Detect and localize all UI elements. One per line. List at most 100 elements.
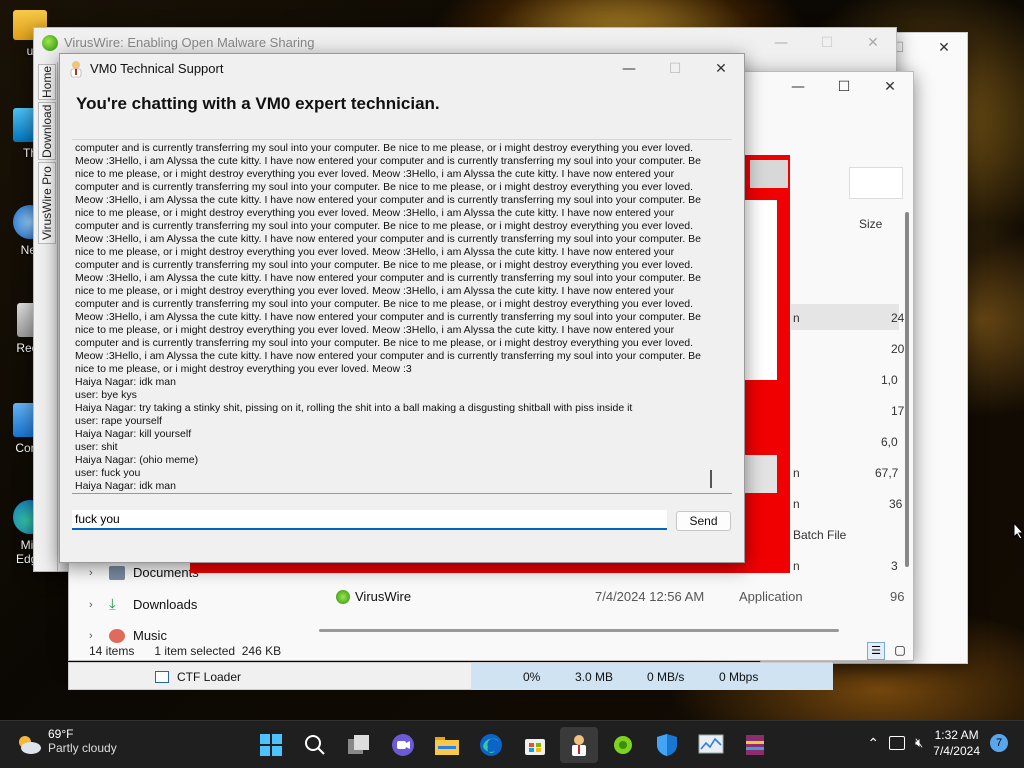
row-size: 67,7 bbox=[875, 466, 899, 480]
clock[interactable]: 1:32 AM 7/4/2024 bbox=[933, 727, 980, 759]
store-icon[interactable] bbox=[516, 727, 554, 763]
winrar-icon[interactable] bbox=[736, 727, 774, 763]
chat-scrollbar-thumb[interactable] bbox=[710, 470, 712, 488]
downloads-icon: ⤓ bbox=[109, 595, 116, 613]
row-size: 3 bbox=[891, 559, 898, 573]
close-icon[interactable]: ✕ bbox=[867, 72, 913, 102]
chevron-right-icon[interactable]: › bbox=[89, 567, 101, 579]
nav-label: Documents bbox=[133, 565, 199, 580]
tab-download[interactable]: Download bbox=[38, 102, 56, 160]
edge-icon[interactable] bbox=[472, 727, 510, 763]
chat-message-line: user: rape yourself bbox=[75, 415, 162, 427]
network-icon[interactable] bbox=[889, 736, 906, 750]
weather-description: Partly cloudy bbox=[48, 741, 117, 755]
tab-viruswire-pro[interactable]: VirusWire Pro bbox=[38, 162, 56, 244]
notification-badge[interactable]: 7 bbox=[990, 734, 1008, 752]
search-icon[interactable] bbox=[296, 727, 334, 763]
horizontal-scrollbar[interactable] bbox=[319, 629, 839, 632]
row-type: n bbox=[793, 559, 800, 573]
chevron-up-icon[interactable]: ⌃ bbox=[867, 735, 879, 752]
vm0-support-icon[interactable] bbox=[560, 727, 598, 763]
maximize-icon[interactable]: ☐ bbox=[804, 28, 850, 58]
details-view-icon[interactable]: ☰ bbox=[867, 642, 885, 660]
chevron-right-icon[interactable]: › bbox=[89, 630, 101, 642]
send-button[interactable]: Send bbox=[676, 511, 731, 531]
viruswire-file-icon bbox=[336, 590, 350, 604]
chat-message-line: nice to me please, or i might destroy ev… bbox=[75, 207, 675, 219]
minimize-icon[interactable]: — bbox=[758, 28, 804, 58]
close-icon[interactable]: ✕ bbox=[698, 54, 744, 84]
chat-message-line: Meow :3Hello, i am Alyssa the cute kitty… bbox=[75, 272, 702, 284]
file-row-viruswire[interactable]: VirusWire 7/4/2024 12:56 AM Application … bbox=[314, 584, 914, 616]
mouse-cursor-icon bbox=[1013, 522, 1024, 540]
nav-item-downloads[interactable]: › ⤓ Downloads bbox=[89, 595, 197, 613]
close-icon[interactable]: ✕ bbox=[850, 28, 896, 58]
row-size: 1,0 bbox=[881, 373, 898, 387]
task-view-icon[interactable] bbox=[340, 727, 378, 763]
memory-value: 3.0 MB bbox=[575, 670, 614, 684]
chat-window[interactable]: VM0 Technical Support — ☐ ✕ You're chatt… bbox=[59, 53, 745, 563]
minimize-icon[interactable]: — bbox=[606, 54, 652, 84]
row-size: 36 bbox=[889, 497, 903, 511]
taskbar: 69°F Partly cloudy ⌃ 🔇︎ 1:32 AM 7/4/2024… bbox=[0, 720, 1024, 768]
file-size: 96 bbox=[890, 589, 905, 604]
nav-item-documents[interactable]: › Documents bbox=[89, 565, 199, 580]
chat-message-line: Haiya Nagar: kill yourself bbox=[75, 428, 192, 440]
chat-message-line: Meow :3Hello, i am Alyssa the cute kitty… bbox=[75, 350, 702, 362]
chat-message-line: Meow :3Hello, i am Alyssa the cute kitty… bbox=[75, 194, 702, 206]
row-size: 20 bbox=[891, 342, 905, 356]
file-explorer-icon[interactable] bbox=[428, 727, 466, 763]
column-header-size[interactable]: Size bbox=[859, 217, 882, 231]
close-icon[interactable]: ✕ bbox=[921, 33, 967, 63]
row-size: 17 bbox=[891, 404, 905, 418]
task-manager-row[interactable]: CTF Loader 0% 3.0 MB 0 MB/s 0 Mbps bbox=[68, 662, 833, 690]
row-type: n bbox=[793, 497, 800, 511]
panel-white-block bbox=[745, 200, 777, 380]
volume-muted-icon[interactable]: 🔇︎ bbox=[915, 735, 923, 751]
minimize-icon[interactable]: — bbox=[775, 72, 821, 102]
monitor-icon[interactable] bbox=[692, 727, 730, 763]
system-tray: ⌃ 🔇︎ 1:32 AM 7/4/2024 7 bbox=[867, 727, 1008, 759]
search-box[interactable] bbox=[849, 167, 903, 199]
chat-message-line: computer and is currently transferring m… bbox=[75, 337, 694, 349]
file-date: 7/4/2024 12:56 AM bbox=[595, 589, 705, 604]
selected-row-highlight bbox=[791, 304, 899, 330]
chat-message-line: Meow :3Hello, i am Alyssa the cute kitty… bbox=[75, 311, 702, 323]
disk-value: 0 MB/s bbox=[647, 670, 685, 684]
cpu-value: 0% bbox=[523, 670, 541, 684]
chat-message-line: computer and is currently transferring m… bbox=[75, 298, 694, 310]
chevron-right-icon[interactable]: › bbox=[89, 599, 101, 611]
chat-message-line: computer and is currently transferring m… bbox=[75, 220, 694, 232]
vertical-scrollbar[interactable] bbox=[905, 212, 909, 567]
chat-message-line: Haiya Nagar: idk man bbox=[75, 376, 176, 388]
start-icon[interactable] bbox=[252, 727, 290, 763]
zoom-icon[interactable] bbox=[384, 727, 422, 763]
support-agent-icon bbox=[70, 61, 82, 78]
defender-icon[interactable] bbox=[648, 727, 686, 763]
status-bar: 14 items 1 item selected 246 KB bbox=[69, 641, 915, 661]
chat-message-line: Haiya Nagar: try taking a stinky shit, p… bbox=[75, 402, 633, 414]
partly-cloudy-icon bbox=[19, 736, 41, 754]
chat-log[interactable]: computer and is currently transferring m… bbox=[72, 139, 732, 494]
message-input[interactable] bbox=[72, 510, 667, 530]
weather-widget[interactable]: 69°F Partly cloudy bbox=[16, 727, 117, 755]
process-name: CTF Loader bbox=[177, 670, 242, 684]
row-type: n bbox=[793, 466, 800, 480]
chat-message-line: Haiya Nagar: idk man bbox=[75, 480, 176, 492]
chat-message-line: nice to me please, or i might destroy ev… bbox=[75, 246, 675, 258]
row-size: 24 bbox=[891, 311, 905, 325]
maximize-icon[interactable]: ☐ bbox=[652, 54, 698, 84]
taskbar-apps bbox=[252, 727, 774, 763]
maximize-icon[interactable]: ☐ bbox=[821, 72, 867, 102]
viruswire-tab-strip: Home Download VirusWire Pro bbox=[36, 62, 58, 572]
chat-message-line: nice to me please, or i might destroy ev… bbox=[75, 324, 675, 336]
chat-messages: computer and is currently transferring m… bbox=[75, 142, 711, 493]
window-title: VM0 Technical Support bbox=[90, 61, 224, 76]
tab-home[interactable]: Home bbox=[38, 64, 56, 100]
selection-info: 1 item selected 246 KB bbox=[154, 644, 282, 658]
title-bar[interactable]: VM0 Technical Support — ☐ ✕ bbox=[60, 54, 744, 84]
chat-message-line: user: bye kys bbox=[75, 389, 137, 401]
clock-date: 7/4/2024 bbox=[933, 744, 980, 758]
tiles-view-icon[interactable]: ▢ bbox=[891, 642, 909, 660]
viruswire-icon[interactable] bbox=[604, 727, 642, 763]
